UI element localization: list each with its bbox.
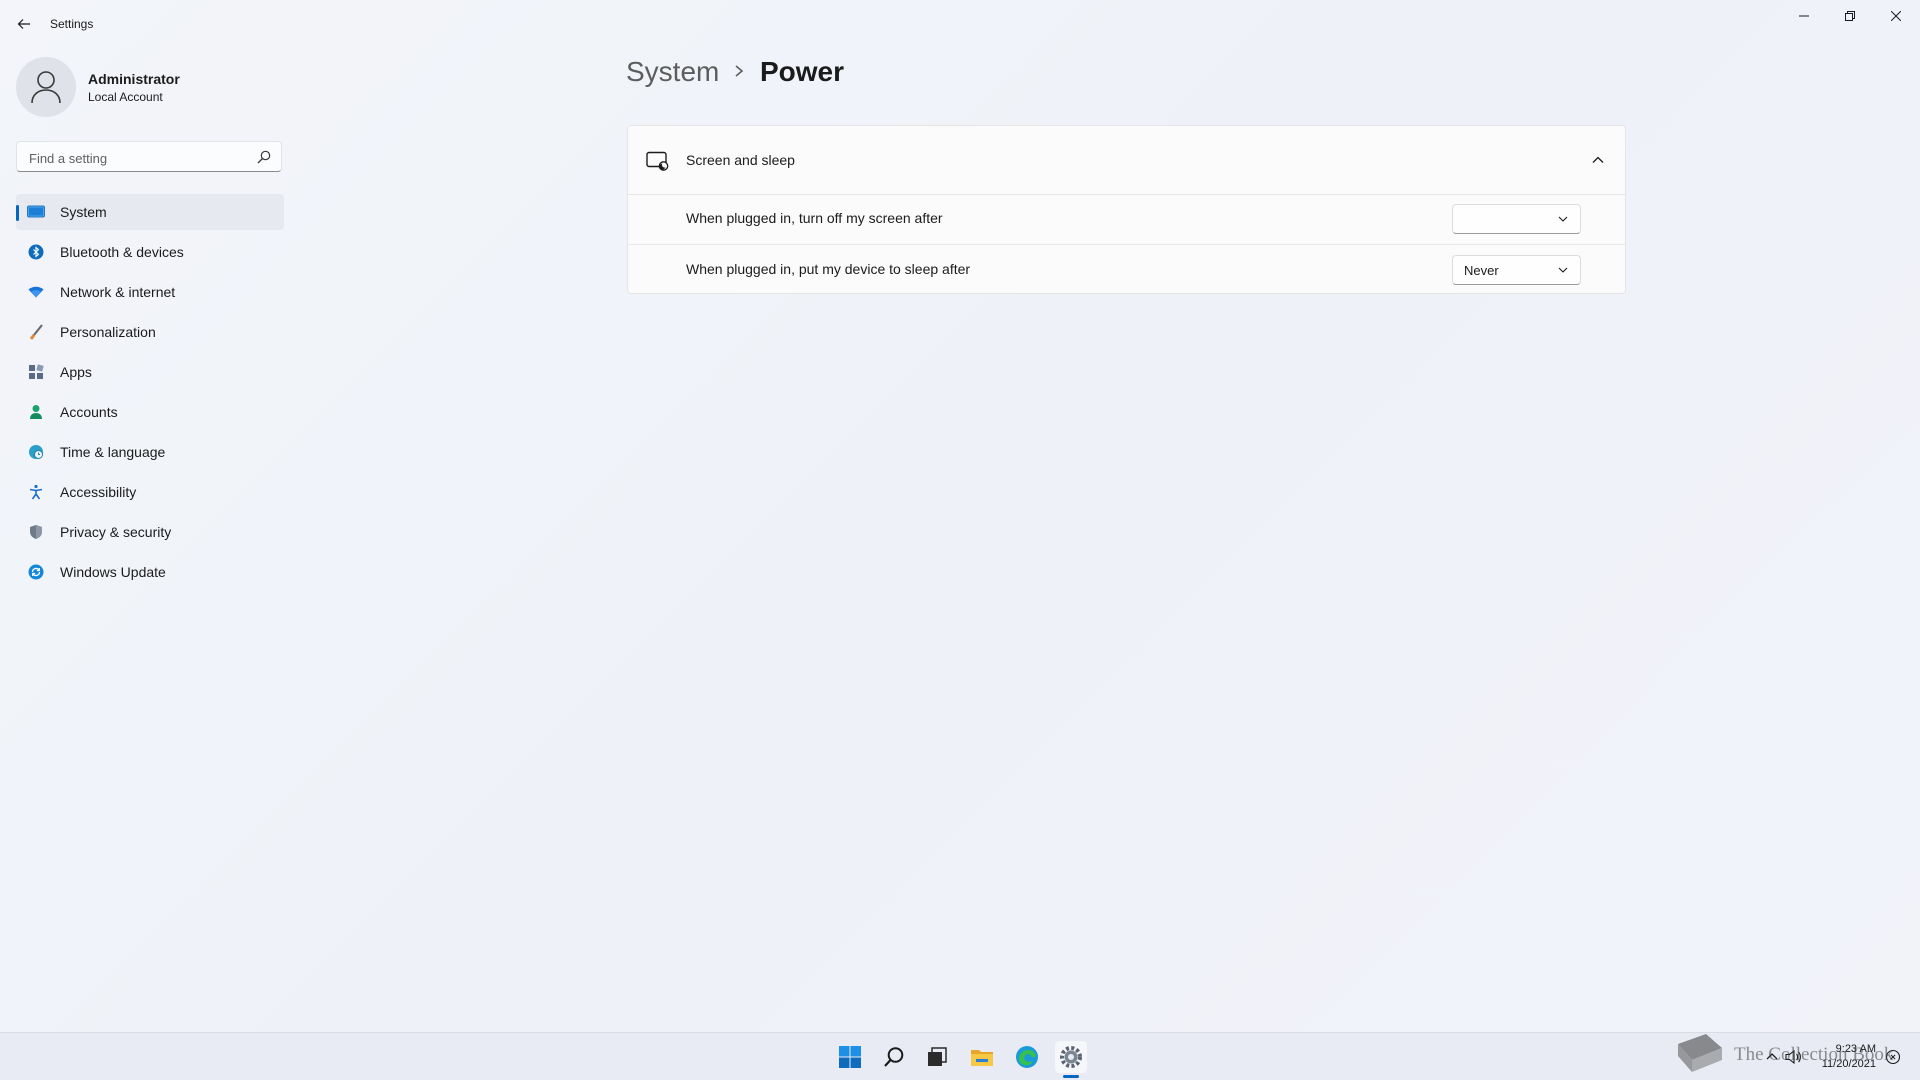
file-explorer-button[interactable] [966, 1041, 998, 1073]
sidebar-item-system[interactable]: System [16, 194, 284, 230]
chevron-down-icon [1558, 267, 1568, 273]
settings-window: Settings Administrator Local Account Sys… [0, 0, 1920, 1032]
start-button[interactable] [834, 1041, 866, 1073]
taskbar: 9:23 AM 11/20/2021 [0, 1032, 1920, 1080]
restore-button[interactable] [1827, 0, 1873, 32]
settings-app-button[interactable] [1055, 1041, 1087, 1073]
start-icon [839, 1046, 861, 1068]
chevron-up-icon[interactable] [1591, 153, 1605, 167]
accessibility-icon [27, 483, 45, 501]
wifi-icon [27, 283, 45, 301]
shield-icon [27, 523, 45, 541]
system-display-icon [27, 203, 45, 221]
sidebar-item-time-language[interactable]: Time & language [16, 434, 284, 470]
user-name: Administrator [88, 71, 180, 87]
settings-icon [1060, 1046, 1082, 1068]
sleep-row: When plugged in, put my device to sleep … [628, 245, 1625, 295]
sidebar-item-label: Network & internet [60, 284, 176, 300]
sidebar-item-label: Accounts [60, 404, 118, 420]
screen-off-row: When plugged in, turn off my screen afte… [628, 194, 1625, 245]
page-title: Power [760, 56, 845, 87]
back-arrow-icon [17, 19, 30, 29]
sidebar-item-label: System [60, 204, 107, 220]
sidebar-item-label: Windows Update [60, 564, 166, 580]
sidebar-item-accounts[interactable]: Accounts [16, 394, 284, 430]
active-indicator [16, 205, 19, 221]
update-icon [27, 563, 45, 581]
sidebar-item-label: Bluetooth & devices [60, 244, 184, 260]
search-input[interactable] [27, 147, 251, 169]
title-bar: Settings [0, 0, 1920, 48]
sidebar-item-label: Apps [60, 364, 92, 380]
book-icon [1678, 1034, 1722, 1072]
apps-icon [27, 363, 45, 381]
sidebar-nav: System Bluetooth & devices Network & int… [16, 194, 284, 594]
close-button[interactable] [1873, 0, 1919, 32]
setting-label: When plugged in, put my device to sleep … [686, 261, 971, 277]
sidebar-item-privacy[interactable]: Privacy & security [16, 514, 284, 550]
sidebar-item-apps[interactable]: Apps [16, 354, 284, 390]
card-title: Screen and sleep [686, 152, 795, 168]
sidebar-item-label: Personalization [60, 324, 156, 340]
sidebar-item-label: Time & language [60, 444, 166, 460]
chevron-right-icon [735, 65, 744, 77]
screen-sleep-header[interactable]: Screen and sleep [628, 126, 1625, 195]
search-icon [884, 1047, 904, 1067]
user-icon [31, 71, 61, 104]
sidebar-item-accessibility[interactable]: Accessibility [16, 474, 284, 510]
breadcrumb-parent[interactable]: System [626, 56, 719, 88]
watermark-text: The Collection Book [1734, 1044, 1894, 1065]
sidebar-item-label: Privacy & security [60, 524, 172, 540]
screen-sleep-card: Screen and sleep When plugged in, turn o… [627, 125, 1626, 294]
bluetooth-icon [27, 243, 45, 261]
file-explorer-icon [971, 1050, 993, 1066]
screen-off-dropdown[interactable] [1452, 204, 1581, 234]
sidebar-item-label: Accessibility [60, 484, 137, 500]
search-box[interactable] [16, 141, 282, 172]
minimize-button[interactable] [1781, 0, 1827, 32]
task-view-icon [928, 1047, 947, 1066]
back-button[interactable] [12, 12, 36, 36]
taskbar-search-button[interactable] [878, 1041, 910, 1073]
sidebar-item-personalization[interactable]: Personalization [16, 314, 284, 350]
active-app-indicator [1063, 1075, 1079, 1078]
sidebar-item-windows-update[interactable]: Windows Update [16, 554, 284, 590]
avatar[interactable] [16, 57, 76, 117]
sidebar-item-bluetooth[interactable]: Bluetooth & devices [16, 234, 284, 270]
brush-icon [27, 323, 45, 341]
sleep-dropdown[interactable]: Never [1452, 255, 1581, 285]
watermark: The Collection Book [1666, 1028, 1906, 1080]
minimize-icon [1799, 15, 1809, 17]
globe-clock-icon [27, 443, 45, 461]
app-title: Settings [50, 17, 94, 31]
task-view-button[interactable] [921, 1041, 953, 1073]
account-type: Local Account [88, 90, 163, 104]
dropdown-value: Never [1464, 263, 1499, 278]
setting-label: When plugged in, turn off my screen afte… [686, 210, 943, 226]
sidebar-item-network[interactable]: Network & internet [16, 274, 284, 310]
edge-button[interactable] [1011, 1041, 1043, 1073]
screen-sleep-icon [646, 151, 669, 171]
chevron-down-icon [1558, 216, 1568, 222]
accounts-icon [27, 403, 45, 421]
restore-icon [1845, 11, 1855, 21]
close-icon [1891, 11, 1901, 21]
search-icon[interactable] [257, 150, 271, 164]
edge-icon [1016, 1046, 1038, 1068]
